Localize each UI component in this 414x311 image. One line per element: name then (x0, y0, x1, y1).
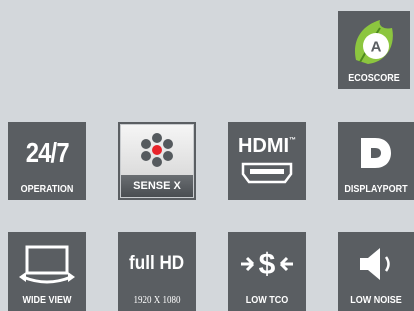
feature-displayport: DISPLAYPORT (338, 122, 414, 200)
wide-view-label: WIDE VIEW (22, 295, 72, 306)
feature-low-tco: $ LOW TCO (228, 232, 306, 311)
ecoscore-label: ECOSCORE (348, 73, 400, 84)
full-hd-text: full HD (129, 252, 185, 274)
dollar-arrows-icon: $ (241, 248, 293, 281)
low-tco-label: LOW TCO (245, 295, 289, 306)
speaker-icon (360, 247, 390, 280)
sensor-icon (141, 133, 173, 167)
hdmi-label (232, 196, 302, 200)
low-noise-label: LOW NOISE (350, 295, 402, 306)
leaf-icon: A (355, 20, 393, 64)
svg-text:$: $ (259, 248, 276, 281)
operation-value: 24/7 (25, 137, 70, 168)
ecoscore-badge: A ECOSCORE (338, 11, 410, 89)
displayport-icon (361, 138, 391, 168)
feature-sense-x: SENSE X (118, 122, 196, 200)
ecoscore-icon-area: A (338, 11, 410, 73)
hdmi-logo-text: HDMI (237, 134, 290, 157)
feature-hdmi: HDMI ™ (228, 122, 306, 200)
wide-view-icon (19, 245, 75, 283)
hdmi-port-icon (241, 162, 293, 183)
feature-low-noise: LOW NOISE (338, 232, 414, 311)
feature-wide-view: WIDE VIEW (8, 232, 86, 311)
operation-label: OPERATION (20, 184, 74, 195)
feature-operation: 24/7 OPERATION (8, 122, 86, 200)
hdmi-trademark: ™ (289, 136, 297, 144)
feature-full-hd: full HD 1920 X 1080 (118, 232, 196, 311)
displayport-label: DISPLAYPORT (344, 184, 408, 195)
sense-label: SENSE X (121, 175, 193, 197)
full-hd-resolution: 1920 X 1080 (133, 295, 181, 306)
ecoscore-grade: A (371, 39, 382, 56)
